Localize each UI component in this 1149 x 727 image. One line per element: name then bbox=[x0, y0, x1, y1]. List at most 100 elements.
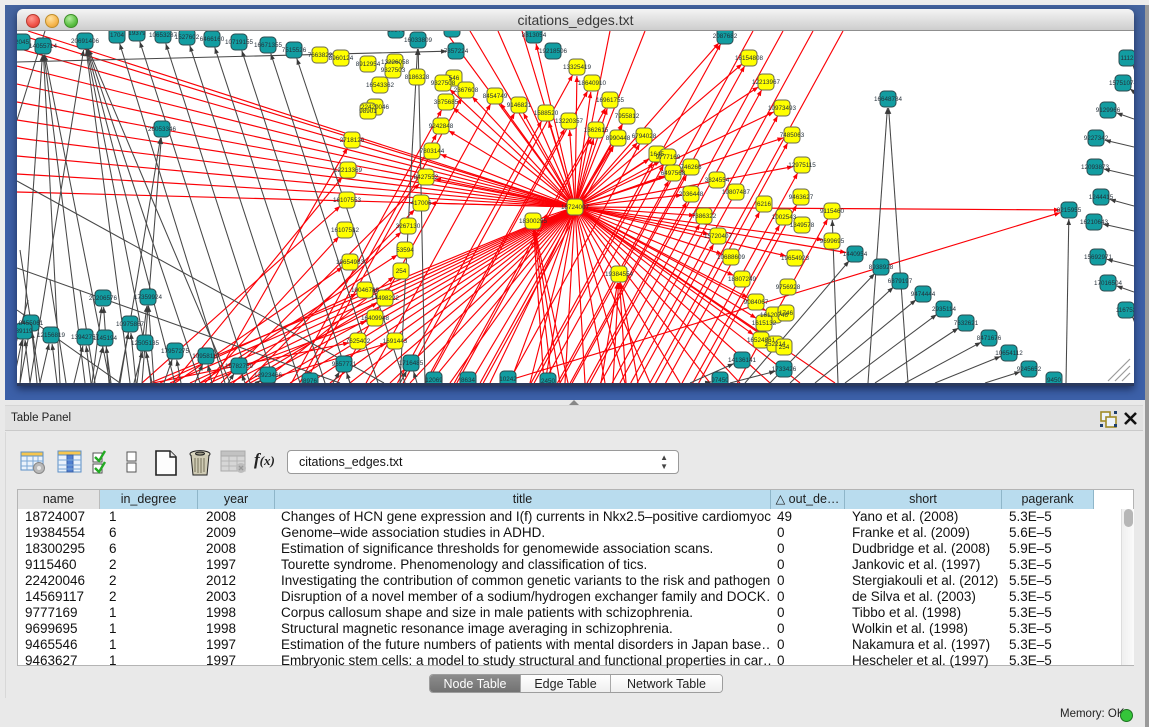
svg-text:6497568: 6497568 bbox=[661, 170, 686, 177]
svg-text:20691406: 20691406 bbox=[71, 38, 100, 45]
svg-text:1733426: 1733426 bbox=[772, 366, 797, 373]
svg-text:6879197: 6879197 bbox=[888, 278, 913, 285]
svg-text:9227342: 9227342 bbox=[1084, 135, 1109, 142]
svg-text:16543362: 16543362 bbox=[366, 82, 395, 89]
svg-text:8634: 8634 bbox=[461, 377, 476, 383]
svg-text:8813054: 8813054 bbox=[522, 32, 547, 39]
svg-text:8186328: 8186328 bbox=[405, 74, 430, 81]
svg-text:8454749: 8454749 bbox=[483, 93, 508, 100]
svg-text:8960124: 8960124 bbox=[329, 55, 354, 62]
svg-text:10242: 10242 bbox=[499, 376, 517, 383]
svg-text:19218506: 19218506 bbox=[539, 48, 568, 55]
svg-text:1588520: 1588520 bbox=[534, 110, 559, 117]
svg-text:2935114: 2935114 bbox=[932, 306, 957, 313]
svg-text:3824554: 3824554 bbox=[705, 177, 730, 184]
svg-text:10719155: 10719155 bbox=[225, 39, 254, 46]
svg-text:14498222: 14498222 bbox=[371, 295, 400, 302]
svg-text:7515526: 7515526 bbox=[282, 47, 307, 54]
svg-text:14136141: 14136141 bbox=[728, 357, 757, 364]
svg-text:17359924: 17359924 bbox=[134, 294, 163, 301]
svg-text:7357224: 7357224 bbox=[444, 48, 469, 55]
svg-text:8938928: 8938928 bbox=[869, 264, 894, 271]
svg-text:39119: 39119 bbox=[17, 328, 33, 335]
svg-text:9756928: 9756928 bbox=[776, 284, 801, 291]
svg-text:254: 254 bbox=[779, 344, 790, 351]
svg-text:1615132: 1615132 bbox=[752, 320, 777, 327]
svg-text:18300295: 18300295 bbox=[519, 218, 548, 225]
svg-text:12213369: 12213369 bbox=[334, 167, 363, 174]
svg-text:14055714: 14055714 bbox=[29, 43, 58, 50]
svg-text:1704: 1704 bbox=[110, 32, 125, 39]
svg-text:19654923: 19654923 bbox=[781, 255, 810, 262]
svg-text:7632621: 7632621 bbox=[954, 320, 979, 327]
svg-text:15720407: 15720407 bbox=[704, 233, 733, 240]
svg-text:9327508: 9327508 bbox=[431, 80, 456, 87]
svg-text:6794028: 6794028 bbox=[632, 133, 657, 140]
svg-text:1527602: 1527602 bbox=[175, 34, 200, 41]
svg-text:16648784: 16648784 bbox=[874, 96, 903, 103]
svg-text:13220357: 13220357 bbox=[555, 118, 584, 125]
svg-text:417006: 417006 bbox=[410, 200, 432, 207]
svg-text:1244415: 1244415 bbox=[1089, 194, 1114, 201]
svg-text:9327503: 9327503 bbox=[381, 67, 406, 74]
svg-text:13226058: 13226058 bbox=[381, 59, 410, 66]
svg-text:1349578: 1349578 bbox=[790, 222, 815, 229]
svg-text:1002543: 1002543 bbox=[772, 214, 797, 221]
svg-text:12975115: 12975115 bbox=[788, 162, 816, 169]
svg-text:9463627: 9463627 bbox=[789, 194, 814, 201]
svg-text:3875685: 3875685 bbox=[434, 99, 459, 106]
svg-text:16033809: 16033809 bbox=[404, 37, 433, 44]
svg-text:13325419: 13325419 bbox=[563, 64, 592, 71]
svg-text:1746: 1746 bbox=[779, 310, 794, 317]
svg-text:7485063: 7485063 bbox=[780, 132, 805, 139]
svg-text:8471676: 8471676 bbox=[977, 335, 1002, 342]
svg-text:9450: 9450 bbox=[1047, 377, 1062, 383]
svg-text:1362615: 1362615 bbox=[584, 127, 609, 134]
svg-text:8854: 8854 bbox=[445, 31, 460, 33]
svg-text:53594: 53594 bbox=[396, 247, 414, 254]
svg-text:1440954: 1440954 bbox=[843, 251, 868, 258]
svg-text:8455061: 8455061 bbox=[19, 320, 44, 327]
svg-text:3267130: 3267130 bbox=[396, 223, 421, 230]
svg-text:9474444: 9474444 bbox=[911, 291, 936, 298]
svg-text:12093873: 12093873 bbox=[1081, 164, 1110, 171]
svg-text:9242848: 9242848 bbox=[429, 123, 454, 130]
svg-text:9146821: 9146821 bbox=[507, 102, 532, 109]
svg-text:12156819: 12156819 bbox=[37, 332, 66, 339]
svg-text:2087682: 2087682 bbox=[713, 33, 738, 40]
svg-text:13942757: 13942757 bbox=[71, 334, 100, 341]
svg-text:9115460: 9115460 bbox=[820, 208, 845, 215]
svg-text:19379: 19379 bbox=[387, 31, 405, 34]
svg-text:6466160: 6466160 bbox=[200, 36, 225, 43]
svg-text:1716485: 1716485 bbox=[399, 360, 424, 367]
svg-text:2367608: 2367608 bbox=[454, 87, 479, 94]
svg-text:17016504: 17016504 bbox=[1094, 280, 1123, 287]
svg-text:10807487: 10807487 bbox=[722, 189, 751, 196]
svg-text:18724007: 18724007 bbox=[561, 204, 590, 211]
svg-text:12213967: 12213967 bbox=[752, 79, 781, 86]
svg-text:10046788: 10046788 bbox=[351, 287, 380, 294]
svg-text:7803144: 7803144 bbox=[420, 148, 445, 155]
svg-text:97450: 97450 bbox=[711, 377, 729, 383]
svg-text:16409948: 16409948 bbox=[361, 315, 390, 322]
svg-text:2036448: 2036448 bbox=[679, 191, 704, 198]
svg-text:19379: 19379 bbox=[128, 31, 146, 37]
svg-text:10654112: 10654112 bbox=[995, 350, 1023, 357]
svg-text:9129966: 9129966 bbox=[1096, 107, 1121, 114]
svg-text:26053346: 26053346 bbox=[148, 126, 177, 133]
svg-text:8990448: 8990448 bbox=[606, 135, 631, 142]
svg-text:19654983: 19654983 bbox=[336, 259, 365, 266]
svg-text:8215955: 8215955 bbox=[1057, 207, 1082, 214]
svg-text:7625402: 7625402 bbox=[346, 338, 371, 345]
svg-text:9699695: 9699695 bbox=[820, 238, 845, 245]
svg-text:2450: 2450 bbox=[541, 378, 556, 383]
svg-text:18807249: 18807249 bbox=[728, 276, 757, 283]
svg-text:19384554: 19384554 bbox=[605, 271, 634, 278]
svg-text:15692971: 15692971 bbox=[1084, 254, 1113, 261]
svg-text:2045: 2045 bbox=[17, 39, 29, 46]
svg-text:1691443: 1691443 bbox=[383, 338, 408, 345]
svg-text:16210643: 16210643 bbox=[1080, 219, 1109, 226]
svg-text:1112: 1112 bbox=[1120, 55, 1134, 62]
svg-text:7386322: 7386322 bbox=[692, 213, 717, 220]
svg-text:12923466: 12923466 bbox=[254, 372, 283, 379]
